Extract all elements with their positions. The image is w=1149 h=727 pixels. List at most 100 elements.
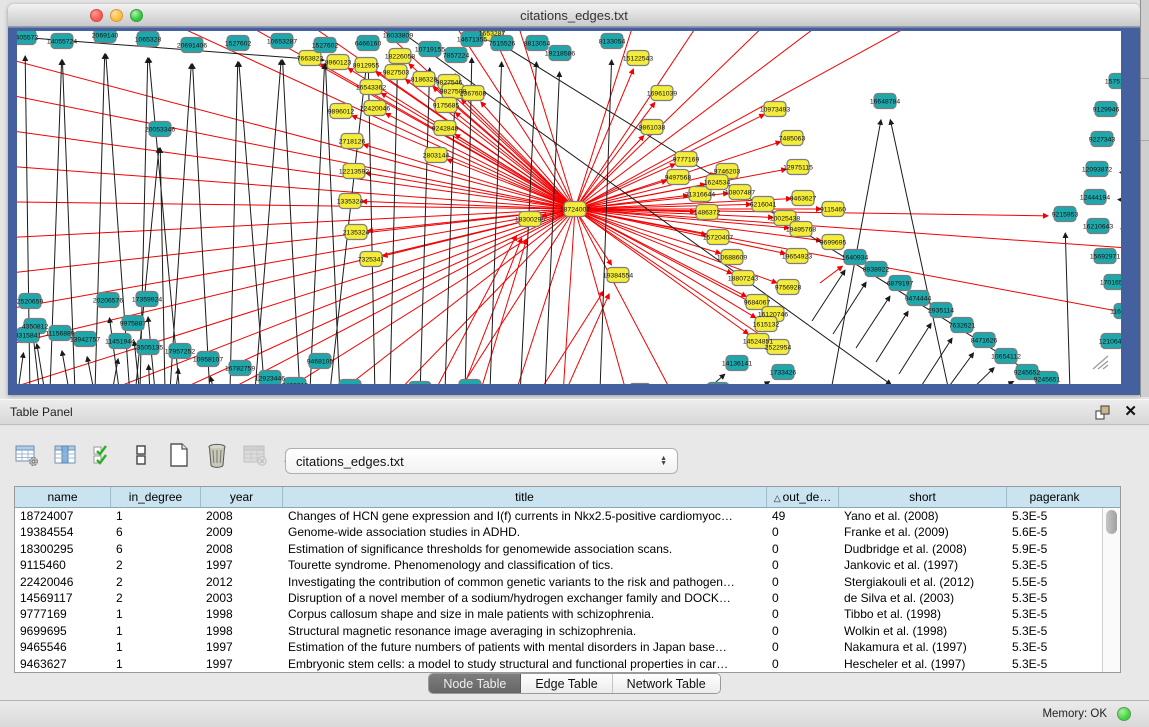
close-panel-icon[interactable]: ✕	[1124, 403, 1137, 421]
red-edge[interactable]	[17, 209, 575, 361]
column-header-short[interactable]: short	[839, 487, 1007, 507]
cell-pagerank: 5.5E-5	[1007, 574, 1102, 590]
window-titlebar[interactable]: citations_edges.txt	[8, 4, 1140, 27]
red-edge[interactable]	[575, 69, 633, 209]
table-row[interactable]: 1456911722003Disruption of a novel membe…	[15, 590, 1102, 606]
scrollbar-thumb[interactable]	[1106, 510, 1117, 534]
black-edge[interactable]	[140, 58, 148, 384]
delete-column-icon[interactable]	[204, 442, 230, 468]
red-edge[interactable]	[17, 209, 575, 241]
column-header-out_de[interactable]: △out_de…	[767, 487, 839, 507]
black-edge[interactable]	[890, 120, 950, 384]
graph-node-teal[interactable]	[707, 383, 729, 385]
black-edge[interactable]	[490, 62, 502, 384]
table-selector-dropdown[interactable]: citations_edges.txt ▲▼	[285, 448, 678, 474]
red-edge[interactable]	[500, 209, 575, 384]
table-row[interactable]: 946554611997Estimation of the future num…	[15, 639, 1102, 655]
show-columns-icon[interactable]	[52, 442, 78, 468]
black-edge[interactable]	[239, 62, 265, 384]
cell-name: 9777169	[15, 606, 111, 622]
graph-node-teal[interactable]	[459, 380, 481, 385]
delete-table-icon[interactable]	[242, 442, 268, 468]
black-edge[interactable]	[18, 353, 23, 384]
red-edge[interactable]	[820, 266, 842, 283]
black-edge[interactable]	[210, 377, 215, 384]
graph-node-label: 10973493	[760, 106, 790, 113]
table-row[interactable]: 911546021997Tourette syndrome. Phenomeno…	[15, 557, 1102, 573]
black-edge[interactable]	[390, 54, 398, 384]
red-edge[interactable]	[575, 209, 700, 384]
graph-node-teal[interactable]	[409, 382, 431, 385]
memory-ok-icon[interactable]	[1117, 707, 1131, 721]
red-edge[interactable]	[575, 103, 655, 209]
float-window-icon[interactable]	[1095, 405, 1111, 421]
table-row[interactable]: 1938455462009Genome-wide association stu…	[15, 524, 1102, 540]
graph-node-teal[interactable]	[629, 384, 651, 385]
row-selection-icon[interactable]	[90, 442, 116, 468]
table-panel-titlebar: Table Panel ✕	[0, 399, 1149, 425]
black-edge[interactable]	[310, 64, 325, 384]
red-edge[interactable]	[430, 209, 575, 384]
table-row[interactable]: 2242004622012Investigating the contribut…	[15, 574, 1102, 590]
table-row[interactable]: 1830029562008Estimation of significance …	[15, 541, 1102, 557]
tab-edge-table[interactable]: Edge Table	[521, 674, 612, 693]
cell-in_degree: 2	[111, 590, 201, 606]
black-edge[interactable]	[812, 270, 845, 321]
red-edge[interactable]	[435, 236, 516, 384]
black-edge[interactable]	[1120, 172, 1121, 176]
table-row[interactable]: 946362711997Embryonic stem cells: a mode…	[15, 656, 1102, 672]
graph-node-label: 15720407	[703, 234, 733, 241]
black-edge[interactable]	[856, 296, 890, 348]
graph-node-label: 1640934	[842, 254, 869, 261]
create-column-icon[interactable]	[166, 442, 192, 468]
column-header-year[interactable]: year	[201, 487, 283, 507]
black-edge[interactable]	[255, 60, 281, 384]
column-header-pagerank[interactable]: pagerank	[1007, 487, 1102, 507]
black-edge[interactable]	[745, 382, 770, 384]
graph-node-label: 21316644	[685, 191, 715, 198]
table-row[interactable]: 977716911998Corpus callosum shape and si…	[15, 606, 1102, 622]
red-edge[interactable]	[381, 93, 575, 209]
black-edge[interactable]	[1065, 233, 1070, 384]
red-edge[interactable]	[17, 209, 575, 281]
black-edge[interactable]	[109, 318, 120, 384]
graph-node-label: 7663822	[297, 55, 324, 62]
table-row[interactable]: 969969511998Structural magnetic resonanc…	[15, 623, 1102, 639]
black-edge[interactable]	[283, 60, 300, 384]
network-graph[interactable]: 7663822896012389129551822605898275031654…	[17, 31, 1121, 384]
black-edge[interactable]	[230, 62, 238, 384]
black-edge[interactable]	[876, 311, 908, 362]
black-edge[interactable]	[87, 357, 95, 384]
red-edge[interactable]	[560, 209, 575, 384]
black-edge[interactable]	[149, 58, 180, 384]
graph-node-label: 17957252	[165, 348, 195, 355]
cell-out_de: 49	[767, 508, 839, 524]
black-edge[interactable]	[920, 338, 952, 384]
black-edge[interactable]	[62, 351, 70, 384]
cell-title: Disruption of a novel member of a sodium…	[283, 590, 767, 606]
toggle-rows-icon[interactable]	[128, 442, 154, 468]
node-table: namein_degreeyeartitle△out_de…shortpager…	[14, 486, 1121, 673]
black-edge[interactable]	[170, 64, 191, 384]
black-edge[interactable]	[899, 323, 931, 374]
graph-node-teal[interactable]	[339, 380, 361, 385]
black-edge[interactable]	[988, 381, 1013, 384]
cell-title: Changes of HCN gene expression and I(f) …	[283, 508, 767, 524]
table-options-icon[interactable]	[14, 442, 40, 468]
red-edge[interactable]	[406, 79, 575, 209]
table-row[interactable]: 1872400712008Changes of HCN gene express…	[15, 508, 1102, 524]
column-header-in_degree[interactable]: in_degree	[111, 487, 201, 507]
red-edge[interactable]	[447, 159, 575, 209]
column-header-title[interactable]: title	[283, 487, 767, 507]
network-canvas[interactable]: 7663822896012389129551822605898275031654…	[17, 31, 1121, 384]
resize-grip-icon[interactable]	[1091, 354, 1109, 370]
graph-node-label: 8186328	[411, 76, 438, 83]
black-edge[interactable]	[1118, 200, 1121, 201]
vertical-scrollbar[interactable]	[1102, 508, 1120, 672]
column-header-name[interactable]: name	[15, 487, 111, 507]
tab-node-table[interactable]: Node Table	[429, 674, 521, 693]
red-edge[interactable]	[540, 291, 604, 384]
red-edge[interactable]	[383, 209, 575, 256]
black-edge[interactable]	[965, 368, 994, 384]
tab-network-table[interactable]: Network Table	[613, 674, 720, 693]
